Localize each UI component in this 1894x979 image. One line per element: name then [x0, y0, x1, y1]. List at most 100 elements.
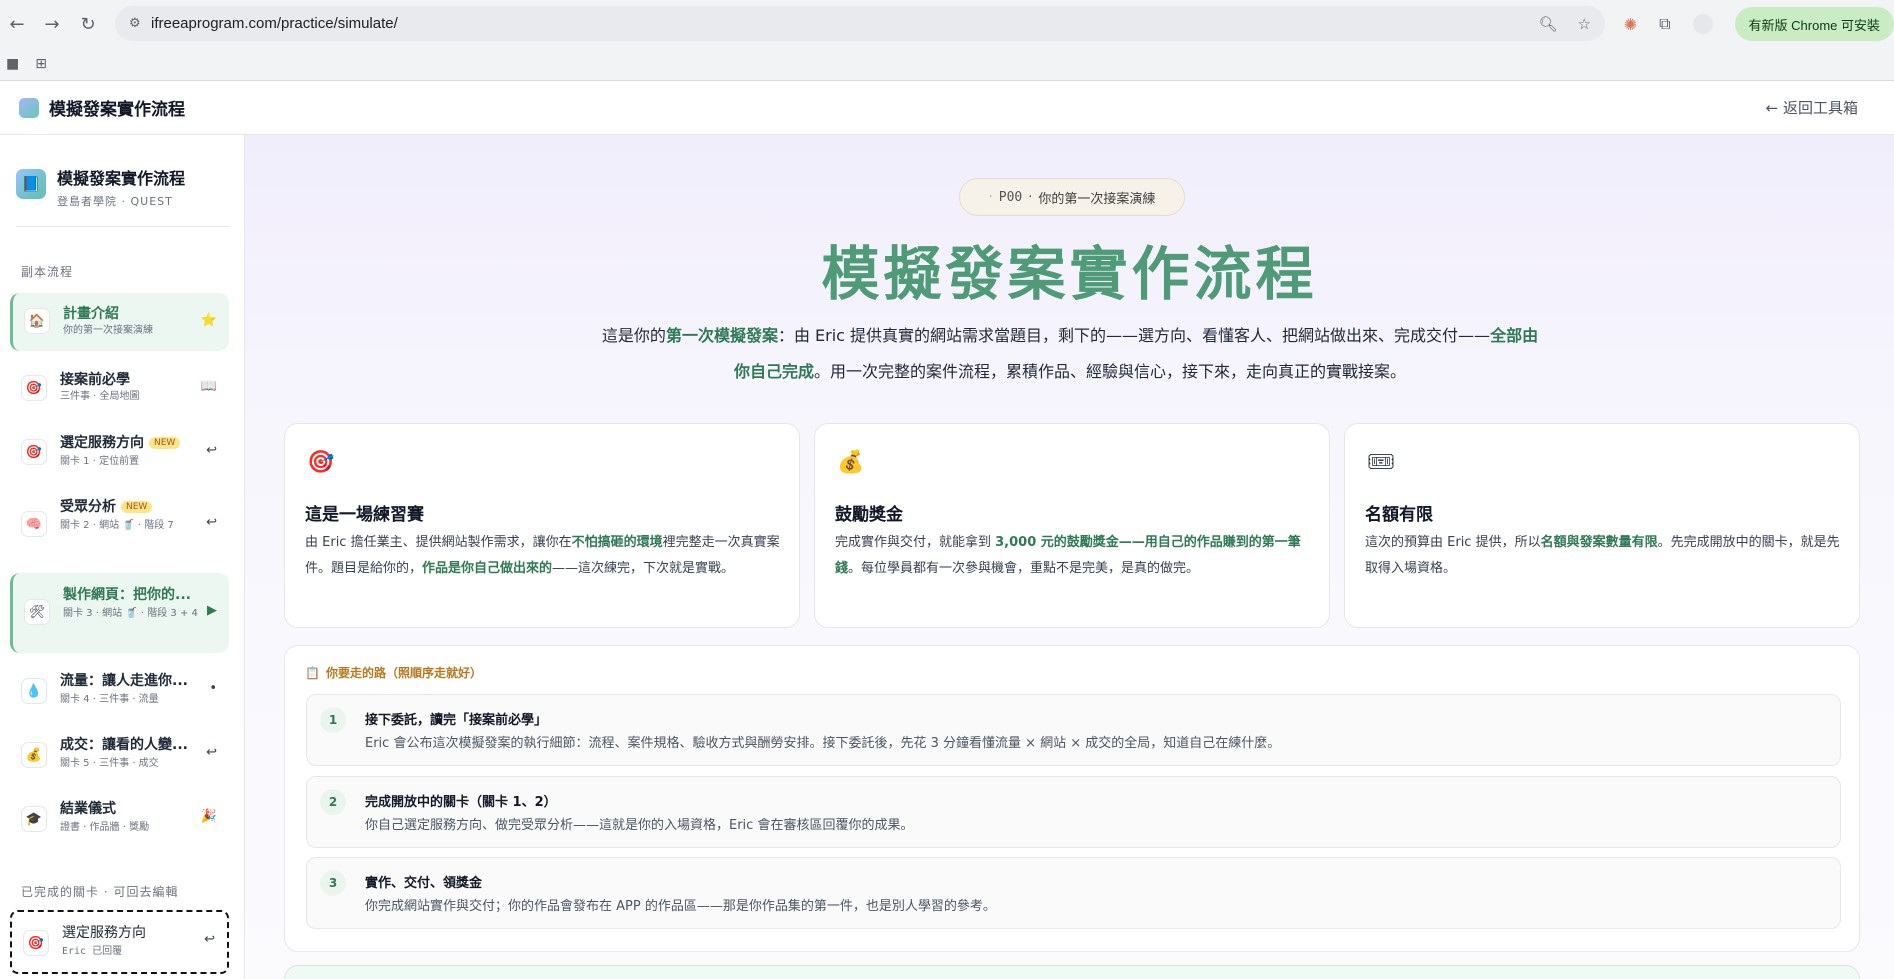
sidebar-item-sub: 關卡 4 · 三件事 · 流量	[60, 694, 159, 705]
hero-description: 這是你的第一次模擬發案：由 Eric 提供真實的網站需求當題目，剩下的——選方向…	[601, 326, 1539, 381]
ticket-icon: 🎟	[1367, 450, 1395, 475]
sidebar: 📘 模擬發案實作流程 登島者學院 · QUEST 副本流程 🏠 計畫介紹 你的第…	[0, 135, 245, 979]
app-logo	[19, 97, 39, 118]
sidebar-item-build[interactable]: 🛠 製作網頁：把你的... 關卡 3 · 網站 🥤 · 階段 3 + 4 ▶	[10, 573, 229, 653]
sidebar-item-sub: 關卡 1 · 定位前置	[60, 456, 140, 467]
info-card-practice: 🎯 這是一場練習賽 由 Eric 擔任業主、提供網站製作需求，讓你在不怕搞砸的環…	[284, 423, 800, 628]
apps-grid-icon[interactable]: ⊞	[35, 56, 47, 72]
path-heading: 📋 你要走的路（照順序走就好）	[305, 666, 482, 680]
money-bag-icon: 💰	[21, 742, 47, 768]
pill-code: P00	[998, 189, 1023, 205]
url-text: ifreeaprogram.com/practice/simulate/	[151, 15, 398, 32]
main-content: · P00 · 你的第一次接案演練 模擬發案實作流程 這是你的第一次模擬發案：由…	[245, 135, 1894, 979]
sidebar-item-sub: 三件事 · 全局地圖	[60, 391, 140, 402]
browser-toolbar: ← → ↻ ⚙ ifreeaprogram.com/practice/simul…	[0, 0, 1894, 47]
graduation-cap-icon: 🎓	[21, 806, 47, 832]
path-step: 2 完成開放中的關卡（關卡 1、2） 你自己選定服務方向、做完受眾分析——這就是…	[306, 776, 1841, 848]
step-desc: 你自己選定服務方向、做完受眾分析——這就是你的入場資格，Eric 會在審核區回覆…	[365, 818, 914, 833]
extensions-puzzle-icon[interactable]: ⧉	[1659, 14, 1670, 34]
path-step: 1 接下委託，讀完「接案前必學」 Eric 會公布這次模擬發案的執行細節：流程、…	[306, 694, 1841, 766]
card-title: 名額有限	[1365, 505, 1433, 525]
stage-pill: · P00 · 你的第一次接案演練	[959, 178, 1185, 216]
sidebar-item-intro[interactable]: 🏠 計畫介紹 你的第一次接案演練 ⭐	[10, 293, 229, 351]
sidebar-item-direction[interactable]: 🎯 選定服務方向 NEW 關卡 1 · 定位前置 ↩	[10, 423, 229, 481]
done-section-label: 已完成的關卡 · 可回去編輯	[21, 885, 179, 899]
sidebar-item-sub: 關卡 5 · 三件事 · 成交	[60, 758, 159, 769]
dot-icon: •	[209, 681, 217, 696]
step-desc: 你完成網站實作與交付；你的作品會發布在 APP 的作品區——那是你作品集的第一件…	[365, 899, 996, 914]
sidebar-title: 模擬發案實作流程	[57, 169, 186, 188]
brain-icon: 🧠	[21, 511, 47, 537]
step-desc: Eric 會公布這次模擬發案的執行細節：流程、案件規格、驗收方式與酬勞安排。接下…	[365, 736, 1281, 751]
sidebar-item-label: 接案前必學	[60, 372, 130, 388]
tab-square-icon[interactable]: ■	[6, 56, 19, 72]
tools-icon: 🛠	[24, 599, 50, 625]
step-number: 2	[320, 789, 346, 815]
extension-claude-icon[interactable]: ✺	[1624, 15, 1637, 34]
star-icon: ⭐	[200, 313, 217, 328]
pill-dot: ·	[988, 189, 993, 205]
hero-title: 模擬發案實作流程	[821, 240, 1318, 308]
card-body: 由 Eric 擔任業主、提供網站製作需求，讓你在不怕搞砸的環境裡完整走一次真實案…	[305, 535, 780, 576]
site-info-icon[interactable]: ⚙	[129, 16, 141, 31]
address-bar[interactable]: ⚙ ifreeaprogram.com/practice/simulate/ 🔍…	[115, 6, 1605, 41]
card-title: 這是一場練習賽	[305, 505, 424, 525]
play-icon: ▶	[207, 603, 217, 618]
bookmark-bar: ■ ⊞	[0, 47, 1894, 81]
completed-item-sub: Eric 已回覆	[62, 946, 123, 957]
step-title: 接下委託，讀完「接案前必學」	[365, 713, 548, 728]
target-icon: 🎯	[23, 930, 49, 956]
sidebar-item-audience[interactable]: 🧠 受眾分析 NEW 關卡 2 · 網站 🥤 · 階段 7 ↩	[10, 487, 229, 563]
path-panel: 📋 你要走的路（照順序走就好） 1 接下委託，讀完「接案前必學」 Eric 會公布…	[284, 645, 1860, 952]
sidebar-item-sub: 關卡 2 · 網站 🥤 · 階段 7	[60, 520, 174, 531]
sidebar-item-sub: 關卡 3 · 網站 🥤 · 階段 3 + 4	[63, 608, 198, 619]
path-step: 3 實作、交付、領獎金 你完成網站實作與交付；你的作品會發布在 APP 的作品區…	[306, 857, 1841, 929]
return-icon: ↩	[206, 745, 217, 760]
pill-label: 你的第一次接案演練	[1038, 191, 1156, 207]
sidebar-item-label: 成交：讓看的人變...	[60, 737, 188, 753]
step-number: 3	[320, 870, 346, 896]
sidebar-item-prep[interactable]: 🎯 接案前必學 三件事 · 全局地圖 📖	[10, 359, 229, 417]
sidebar-item-closing[interactable]: 💰 成交：讓看的人變... 關卡 5 · 三件事 · 成交 ↩	[10, 725, 229, 785]
chrome-update-button[interactable]: 有新版 Chrome 可安裝	[1734, 7, 1894, 41]
new-badge: NEW	[121, 501, 153, 513]
info-card-limited: 🎟 名額有限 這次的預算由 Eric 提供，所以名額與發案數量有限。先完成開放中…	[1344, 423, 1860, 628]
book-icon: 📖	[200, 379, 217, 394]
pill-separator: ·	[1028, 189, 1033, 205]
return-icon: ↩	[206, 443, 217, 458]
sidebar-item-label: 流量：讓人走進你...	[60, 673, 188, 689]
next-section-strip	[284, 965, 1860, 979]
sidebar-item-sub: 你的第一次接案演練	[63, 325, 153, 336]
sidebar-item-label: 結業儀式	[60, 801, 116, 817]
sidebar-item-label: 計畫介紹	[63, 306, 119, 322]
sidebar-header: 📘 模擬發案實作流程 登島者學院 · QUEST	[16, 165, 230, 227]
sidebar-item-label: 選定服務方向 NEW	[60, 432, 181, 452]
zoom-icon[interactable]: 🔍︎	[1539, 15, 1558, 33]
return-icon: ↩	[204, 932, 215, 947]
sidebar-section-label: 副本流程	[21, 265, 74, 279]
back-arrow-icon[interactable]: ←	[5, 12, 29, 36]
sidebar-item-label: 受眾分析 NEW	[60, 496, 153, 516]
step-title: 完成開放中的關卡（關卡 1、2）	[365, 795, 557, 810]
target-icon: 🎯	[21, 439, 47, 465]
reload-icon[interactable]: ↻	[76, 12, 100, 36]
completed-item-direction[interactable]: 🎯 選定服務方向 Eric 已回覆 ↩	[10, 910, 229, 974]
clipboard-icon: 📋	[305, 666, 320, 680]
money-bag-icon: 💰	[837, 450, 865, 475]
party-popper-icon: 🎉	[200, 809, 217, 824]
bookmark-star-icon[interactable]: ☆	[1578, 15, 1591, 33]
card-body: 這次的預算由 Eric 提供，所以名額與發案數量有限。先完成開放中的關卡，就是先…	[1365, 535, 1840, 576]
back-to-toolbox-link[interactable]: ← 返回工具箱	[1766, 97, 1858, 118]
sidebar-item-traffic[interactable]: 💧 流量：讓人走進你... 關卡 4 · 三件事 · 流量 •	[10, 661, 229, 721]
target-icon: 🎯	[21, 375, 47, 401]
profile-avatar-icon[interactable]	[1692, 14, 1713, 34]
sidebar-item-graduation[interactable]: 🎓 結業儀式 證書 · 作品牆 · 獎勵 🎉	[10, 789, 229, 849]
card-title: 鼓勵獎金	[835, 505, 903, 525]
dart-target-icon: 🎯	[307, 450, 335, 475]
page-title: 模擬發案實作流程	[49, 100, 185, 120]
card-body: 完成實作與交付，就能拿到 3,000 元的鼓勵獎金——用自己的作品賺到的第一筆錢…	[835, 535, 1301, 576]
completed-item-label: 選定服務方向	[62, 925, 146, 941]
forward-arrow-icon[interactable]: →	[40, 12, 64, 36]
droplet-icon: 💧	[21, 678, 47, 704]
new-badge: NEW	[149, 437, 181, 449]
